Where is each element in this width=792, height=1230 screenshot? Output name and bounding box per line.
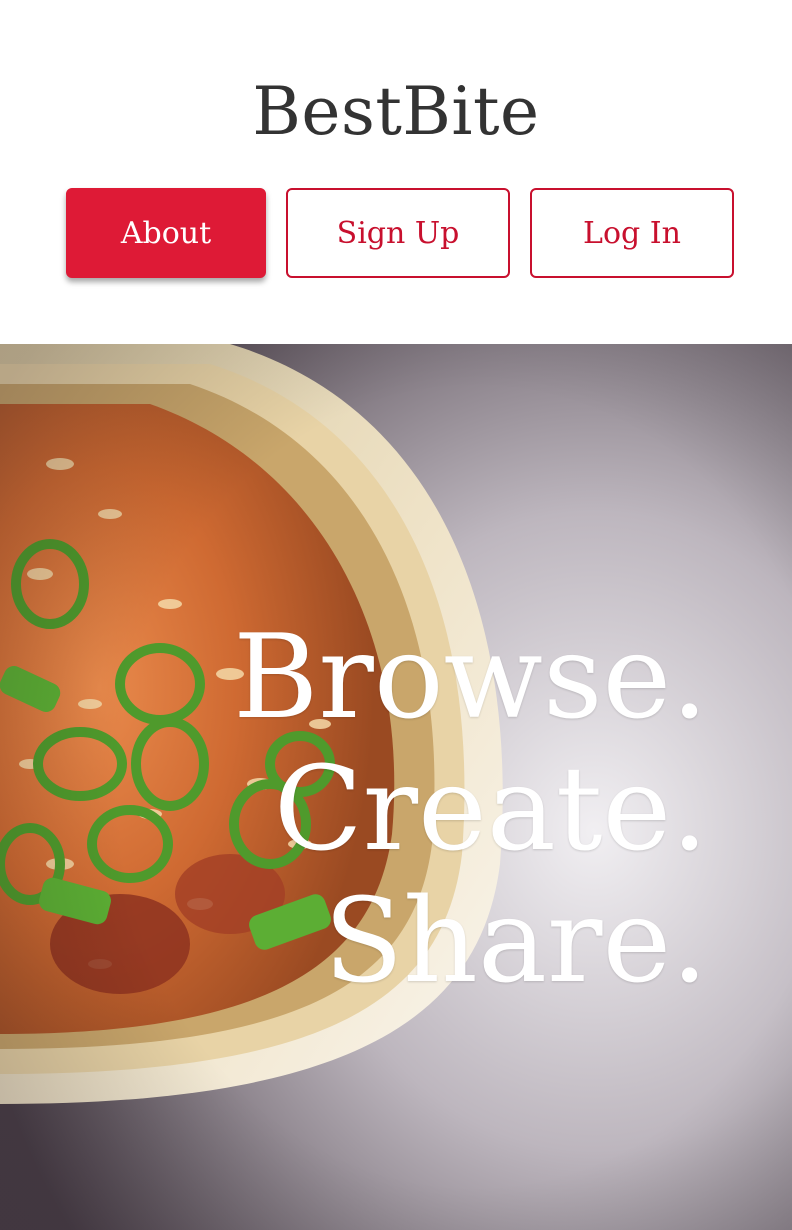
site-header: BestBite About Sign Up Log In (0, 0, 792, 344)
tagline-line-share: Share. (323, 874, 708, 1009)
hero-banner: Browse. Create. Share. (0, 344, 792, 1230)
signup-button[interactable]: Sign Up (286, 188, 510, 278)
tagline-line-browse: Browse. (233, 610, 708, 745)
tagline-line-create: Create. (273, 742, 708, 877)
login-button[interactable]: Log In (530, 188, 734, 278)
brand-logo[interactable]: BestBite (0, 72, 792, 152)
hero-tagline: Browse. Create. Share. (233, 612, 708, 1008)
about-button[interactable]: About (66, 188, 266, 278)
